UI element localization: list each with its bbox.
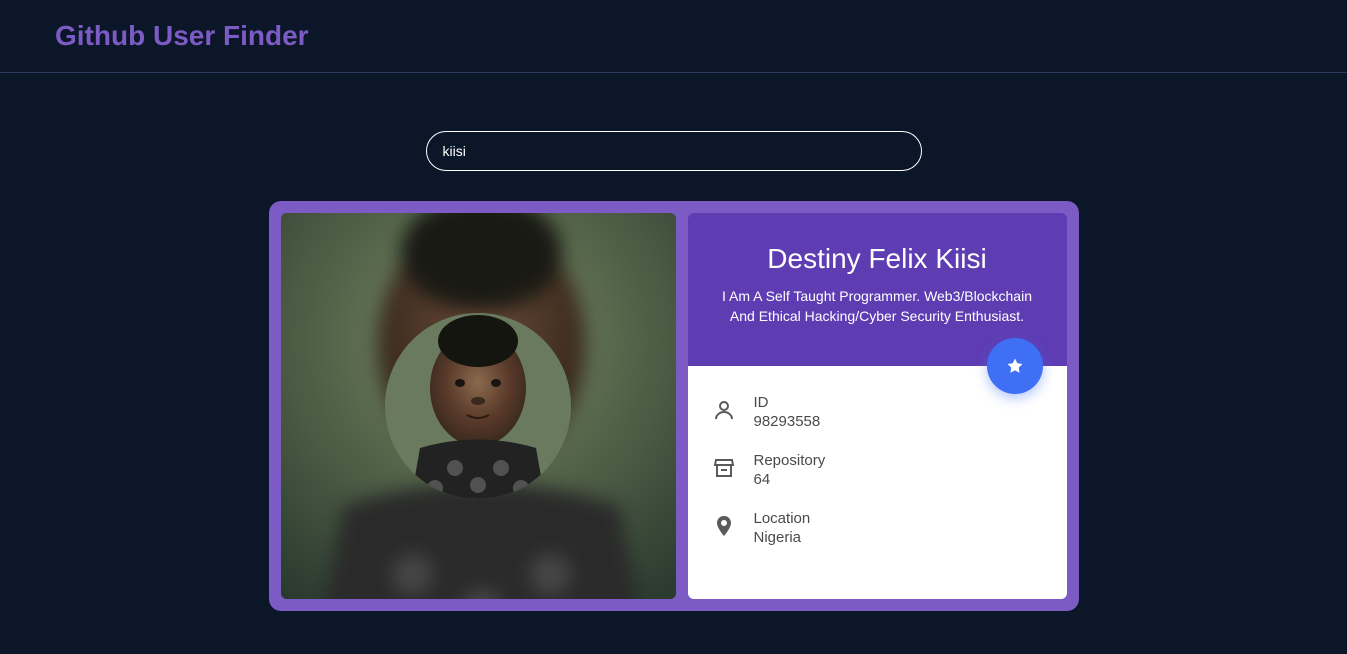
avatar-image xyxy=(385,313,571,499)
card-wrapper: Destiny Felix Kiisi I Am A Self Taught P… xyxy=(0,201,1347,611)
id-row: ID 98293558 xyxy=(712,394,1043,430)
info-panel: Destiny Felix Kiisi I Am A Self Taught P… xyxy=(688,213,1067,599)
star-button[interactable] xyxy=(987,338,1043,394)
avatar-circle xyxy=(385,313,571,499)
user-bio: I Am A Self Taught Programmer. Web3/Bloc… xyxy=(708,287,1047,326)
location-value: Nigeria xyxy=(754,529,811,546)
info-body: ID 98293558 Repository 64 xyxy=(688,366,1067,599)
id-text: ID 98293558 xyxy=(754,394,821,430)
location-label: Location xyxy=(754,510,811,527)
search-input[interactable] xyxy=(426,131,922,171)
app-header: Github User Finder xyxy=(0,0,1347,73)
repository-text: Repository 64 xyxy=(754,452,826,488)
repository-row: Repository 64 xyxy=(712,452,1043,488)
app-title: Github User Finder xyxy=(55,20,1292,52)
repository-value: 64 xyxy=(754,471,826,488)
location-text: Location Nigeria xyxy=(754,510,811,546)
id-value: 98293558 xyxy=(754,413,821,430)
person-icon xyxy=(712,398,736,422)
avatar-panel xyxy=(281,213,676,599)
location-row: Location Nigeria xyxy=(712,510,1043,546)
store-icon xyxy=(712,456,736,480)
star-icon xyxy=(1006,357,1024,375)
id-label: ID xyxy=(754,394,821,411)
search-container xyxy=(0,131,1347,171)
repository-label: Repository xyxy=(754,452,826,469)
user-name: Destiny Felix Kiisi xyxy=(708,243,1047,275)
location-icon xyxy=(712,514,736,538)
user-card: Destiny Felix Kiisi I Am A Self Taught P… xyxy=(269,201,1079,611)
